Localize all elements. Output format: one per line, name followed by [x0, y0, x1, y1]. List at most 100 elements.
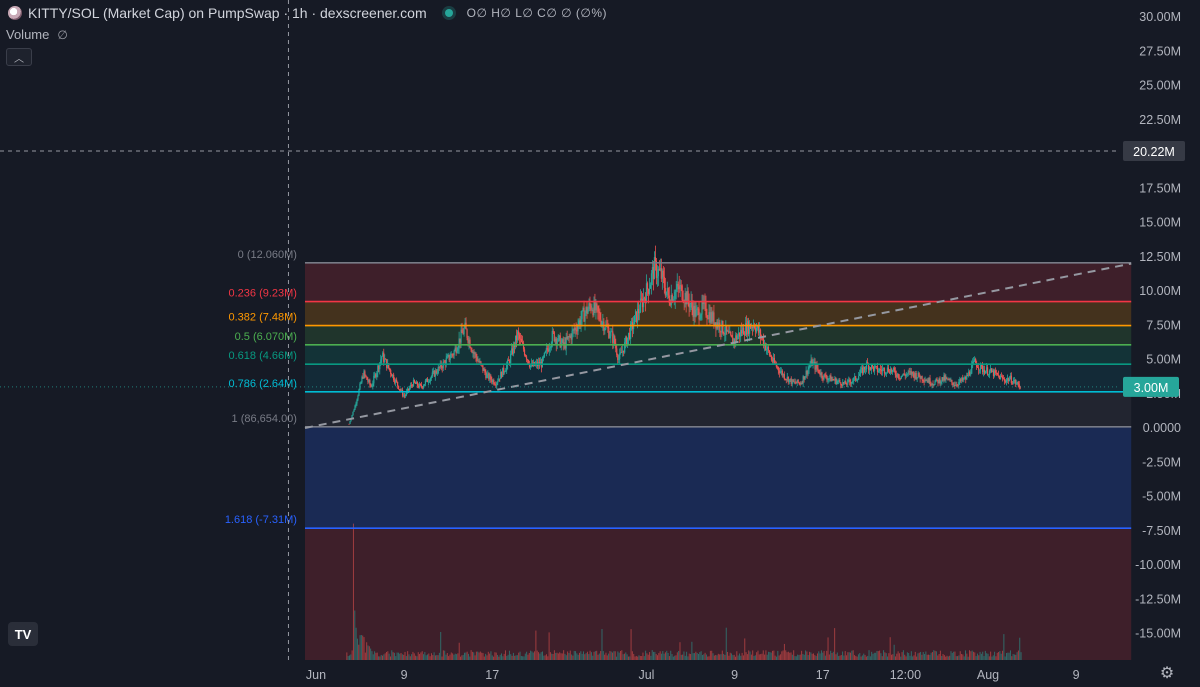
- volume-bar: [731, 653, 733, 660]
- volume-bar: [938, 653, 940, 660]
- candle-body: [419, 383, 422, 385]
- volume-bar: [805, 650, 807, 660]
- volume-bar: [423, 654, 425, 660]
- candle-body: [891, 369, 893, 372]
- volume-bar: [924, 654, 926, 660]
- x-tick-label: Jun: [306, 668, 326, 682]
- candle-body: [575, 328, 577, 331]
- volume-bar: [530, 650, 532, 660]
- volume-bar: [571, 654, 573, 660]
- volume-bar: [968, 650, 970, 660]
- volume-bar: [843, 655, 845, 660]
- price-chart[interactable]: 0 (12.060M)0.236 (9.23M)0.382 (7.48M)0.5…: [0, 0, 1200, 687]
- candle-body: [975, 358, 977, 363]
- candle-body: [369, 380, 371, 385]
- candle-body: [461, 329, 463, 333]
- candle-body: [973, 361, 975, 363]
- volume-bar: [568, 653, 570, 660]
- volume-bar: [485, 653, 487, 660]
- candle-body: [376, 372, 378, 377]
- volume-bar: [409, 656, 411, 660]
- candle-body: [994, 370, 997, 373]
- volume-bar: [351, 650, 353, 660]
- volume-bar: [827, 637, 829, 660]
- candle-body: [963, 378, 965, 381]
- candle-body: [865, 369, 867, 370]
- candle-body: [469, 339, 471, 348]
- tradingview-logo-icon[interactable]: TV: [8, 622, 38, 646]
- volume-bar: [356, 638, 358, 660]
- collapse-legend-button[interactable]: ︿: [6, 48, 32, 66]
- candle-body: [589, 303, 591, 306]
- volume-bar: [705, 654, 707, 660]
- fib-level-label: 0.618 (4.66M): [228, 350, 296, 362]
- candle-body: [476, 357, 478, 362]
- candle-body: [423, 384, 426, 386]
- candle-body: [996, 372, 999, 375]
- volume-bar: [627, 656, 629, 660]
- candle-body: [1015, 383, 1017, 384]
- volume-bar: [612, 652, 614, 660]
- y-tick-label: -15.00M: [1135, 627, 1181, 641]
- volume-bar: [387, 651, 389, 660]
- volume-bar: [741, 652, 743, 660]
- volume-bar: [498, 656, 500, 660]
- volume-bar: [378, 656, 380, 660]
- volume-bar: [777, 650, 779, 660]
- volume-bar: [639, 656, 641, 660]
- volume-bar: [585, 653, 587, 660]
- candle-body: [353, 409, 355, 412]
- volume-bar: [440, 631, 442, 660]
- volume-bar: [372, 654, 374, 660]
- volume-bar: [925, 651, 927, 660]
- volume-bar: [366, 642, 368, 660]
- volume-bar: [848, 652, 850, 660]
- market-status-icon: [444, 9, 453, 17]
- candle-body: [542, 356, 544, 358]
- volume-bar: [917, 653, 919, 660]
- volume-bar: [588, 654, 590, 660]
- volume-bar: [569, 650, 571, 660]
- candle-body: [818, 369, 820, 374]
- volume-bar: [928, 654, 930, 660]
- volume-bar: [489, 653, 491, 660]
- volume-bar: [914, 651, 916, 660]
- gear-icon[interactable]: ⚙: [1157, 663, 1177, 683]
- candle-body: [365, 375, 367, 377]
- volume-bar: [1013, 654, 1015, 660]
- volume-bar: [703, 654, 705, 660]
- volume-bar: [519, 651, 521, 660]
- volume-bar: [598, 653, 600, 660]
- candle-body: [364, 371, 366, 376]
- volume-bar: [820, 650, 822, 660]
- volume-bar: [641, 656, 643, 660]
- candle-body: [851, 382, 853, 384]
- volume-bar: [1020, 652, 1022, 660]
- volume-bar: [740, 655, 742, 660]
- y-tick-label: -10.00M: [1135, 558, 1181, 572]
- chart-header: KITTY/SOL (Market Cap) on PumpSwap · 1h …: [0, 0, 1110, 26]
- volume-bar: [672, 656, 674, 660]
- volume-bar: [415, 655, 417, 660]
- volume-bar: [815, 656, 817, 660]
- candle-body: [825, 374, 827, 378]
- candle-body: [934, 381, 936, 385]
- volume-bar: [543, 655, 545, 660]
- candle-body: [1001, 376, 1004, 379]
- candle-body: [543, 352, 545, 357]
- volume-bar: [987, 653, 989, 660]
- candle-body: [783, 374, 785, 380]
- volume-bar: [682, 654, 684, 660]
- volume-bar: [504, 650, 506, 660]
- volume-legend[interactable]: Volume ∅: [6, 27, 68, 42]
- candle-body: [958, 381, 960, 386]
- volume-bar: [535, 630, 537, 660]
- x-tick-label: Jul: [638, 668, 654, 682]
- volume-bar: [922, 652, 924, 660]
- volume-bar: [953, 651, 955, 660]
- candle-body: [903, 373, 905, 375]
- volume-bar: [810, 652, 812, 660]
- volume-bar: [852, 650, 854, 660]
- volume-bar: [458, 642, 460, 660]
- candle-body: [675, 289, 677, 292]
